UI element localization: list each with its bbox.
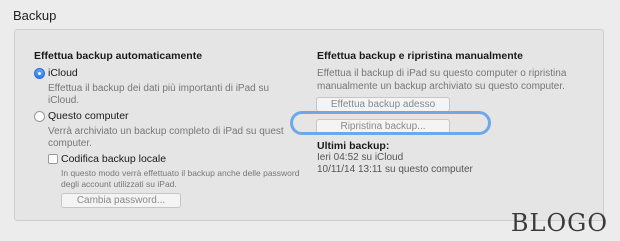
restore-highlight-ring bbox=[290, 111, 491, 135]
computer-label[interactable]: Questo computer bbox=[48, 110, 129, 122]
icloud-radio[interactable] bbox=[34, 68, 45, 79]
manual-desc-line1: Effettua il backup di iPad su questo com… bbox=[317, 68, 567, 79]
encrypt-label[interactable]: Codifica backup locale bbox=[61, 153, 166, 165]
backup-now-button[interactable]: Effettua backup adesso bbox=[316, 97, 450, 112]
section-title: Backup bbox=[13, 8, 57, 23]
computer-radio[interactable] bbox=[34, 111, 45, 122]
last-backup-line2: 10/11/14 13:11 su questo computer bbox=[317, 164, 473, 175]
computer-desc-line2: computer. bbox=[48, 138, 92, 149]
manual-desc-line2: manualmente un backup archiviato su ques… bbox=[317, 81, 565, 92]
icloud-desc-line1: Effettua il backup dei dati più importan… bbox=[48, 83, 270, 94]
icloud-label[interactable]: iCloud bbox=[48, 67, 78, 79]
last-backup-line1: Ieri 04:52 su iCloud bbox=[317, 152, 404, 163]
encrypt-checkbox[interactable] bbox=[48, 154, 58, 164]
encrypt-desc-line1: In questo modo verrà effettuato il backu… bbox=[61, 168, 300, 178]
watermark-logo: BLOGO bbox=[510, 209, 608, 237]
auto-backup-title: Effettua backup automaticamente bbox=[34, 50, 203, 62]
manual-backup-title: Effettua backup e ripristina manualmente bbox=[317, 50, 523, 62]
icloud-desc-line2: iCloud. bbox=[48, 95, 80, 106]
encrypt-desc-line2: degli account utilizzati su iPad. bbox=[61, 179, 177, 189]
last-backup-title: Ultimi backup: bbox=[317, 140, 390, 152]
change-password-button[interactable]: Cambia password... bbox=[61, 193, 181, 208]
